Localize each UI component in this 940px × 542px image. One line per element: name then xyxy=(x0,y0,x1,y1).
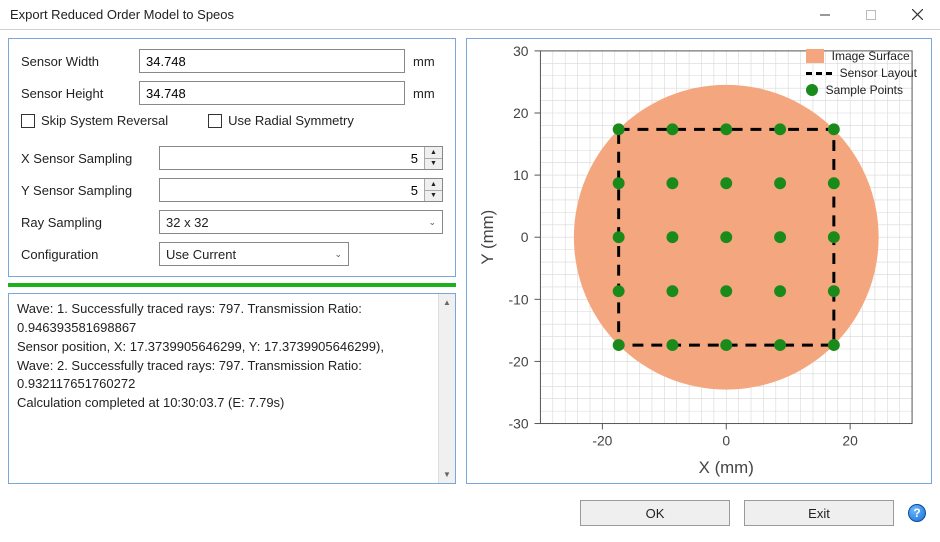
legend-swatch-image-surface xyxy=(806,49,824,63)
legend-sensor-layout: Sensor Layout xyxy=(806,66,917,80)
spinner-down-icon[interactable]: ▼ xyxy=(425,191,442,202)
svg-text:-20: -20 xyxy=(509,353,529,369)
legend-sample-points: Sample Points xyxy=(806,83,917,97)
titlebar: Export Reduced Order Model to Speos xyxy=(0,0,940,30)
svg-text:X (mm): X (mm) xyxy=(699,458,754,477)
window-title: Export Reduced Order Model to Speos xyxy=(10,7,802,22)
exit-button-label: Exit xyxy=(808,506,830,521)
ray-sampling-dropdown[interactable]: 32 x 32 ⌄ xyxy=(159,210,443,234)
checkbox-icon xyxy=(208,114,222,128)
legend-image-surface: Image Surface xyxy=(806,49,917,63)
scroll-down-icon[interactable]: ▼ xyxy=(439,466,455,483)
svg-text:20: 20 xyxy=(842,432,858,448)
spinner-down-icon[interactable]: ▼ xyxy=(425,159,442,170)
ray-sampling-value: 32 x 32 xyxy=(166,215,428,230)
y-sampling-input[interactable] xyxy=(160,179,424,201)
use-radial-symmetry-label: Use Radial Symmetry xyxy=(228,113,354,128)
svg-text:Y (mm): Y (mm) xyxy=(478,210,497,265)
log-scrollbar[interactable]: ▲ ▼ xyxy=(438,294,455,483)
client-area: Sensor Width mm Sensor Height mm Skip Sy… xyxy=(0,30,940,492)
skip-reversal-label: Skip System Reversal xyxy=(41,113,168,128)
help-icon[interactable]: ? xyxy=(908,504,926,522)
x-sampling-label: X Sensor Sampling xyxy=(21,151,151,166)
use-radial-symmetry-checkbox[interactable]: Use Radial Symmetry xyxy=(208,113,354,128)
sensor-width-unit: mm xyxy=(413,54,443,69)
legend-label-image-surface: Image Surface xyxy=(832,49,910,63)
chart-legend: Image Surface Sensor Layout Sample Point… xyxy=(806,49,917,100)
legend-label-sample-points: Sample Points xyxy=(826,83,903,97)
checkbox-icon xyxy=(21,114,35,128)
legend-swatch-sensor-layout xyxy=(806,72,832,75)
ok-button-label: OK xyxy=(646,506,665,521)
scroll-track[interactable] xyxy=(439,311,455,466)
sensor-height-unit: mm xyxy=(413,86,443,101)
log-panel: Wave: 1. Successfully traced rays: 797. … xyxy=(8,293,456,484)
svg-text:10: 10 xyxy=(513,167,529,183)
bottom-bar: OK Exit ? xyxy=(0,492,940,534)
y-sampling-spinner[interactable]: ▲ ▼ xyxy=(159,178,443,202)
form-panel: Sensor Width mm Sensor Height mm Skip Sy… xyxy=(8,38,456,277)
svg-text:20: 20 xyxy=(513,105,529,121)
minimize-button[interactable] xyxy=(802,0,848,30)
close-button[interactable] xyxy=(894,0,940,30)
sensor-width-input[interactable] xyxy=(139,49,405,73)
scroll-up-icon[interactable]: ▲ xyxy=(439,294,455,311)
x-sampling-spinner[interactable]: ▲ ▼ xyxy=(159,146,443,170)
legend-label-sensor-layout: Sensor Layout xyxy=(840,66,917,80)
spinner-up-icon[interactable]: ▲ xyxy=(425,179,442,191)
svg-text:0: 0 xyxy=(521,229,529,245)
sensor-height-input[interactable] xyxy=(139,81,405,105)
legend-swatch-sample-points xyxy=(806,84,818,96)
chevron-down-icon: ⌄ xyxy=(334,249,342,260)
maximize-button xyxy=(848,0,894,30)
sensor-width-label: Sensor Width xyxy=(21,54,131,69)
y-sampling-label: Y Sensor Sampling xyxy=(21,183,151,198)
chart-panel: -20 0 20 -30 -20 -10 0 10 20 30 X (mm) Y (mm) Image… xyxy=(466,38,932,484)
x-sampling-input[interactable] xyxy=(160,147,424,169)
skip-reversal-checkbox[interactable]: Skip System Reversal xyxy=(21,113,168,128)
svg-text:-20: -20 xyxy=(592,432,612,448)
chevron-down-icon: ⌄ xyxy=(428,217,436,228)
configuration-value: Use Current xyxy=(166,247,334,262)
ray-sampling-label: Ray Sampling xyxy=(21,215,151,230)
chart-svg: -20 0 20 -30 -20 -10 0 10 20 30 X (mm) Y (mm) xyxy=(467,39,931,483)
exit-button[interactable]: Exit xyxy=(744,500,894,526)
left-column: Sensor Width mm Sensor Height mm Skip Sy… xyxy=(8,38,456,484)
svg-text:30: 30 xyxy=(513,43,529,59)
configuration-label: Configuration xyxy=(21,247,151,262)
svg-text:0: 0 xyxy=(722,432,730,448)
svg-text:-30: -30 xyxy=(509,415,529,431)
configuration-dropdown[interactable]: Use Current ⌄ xyxy=(159,242,349,266)
progress-bar xyxy=(8,283,456,287)
ok-button[interactable]: OK xyxy=(580,500,730,526)
spinner-up-icon[interactable]: ▲ xyxy=(425,147,442,159)
sensor-height-label: Sensor Height xyxy=(21,86,131,101)
log-text: Wave: 1. Successfully traced rays: 797. … xyxy=(9,294,438,483)
svg-text:-10: -10 xyxy=(509,291,529,307)
